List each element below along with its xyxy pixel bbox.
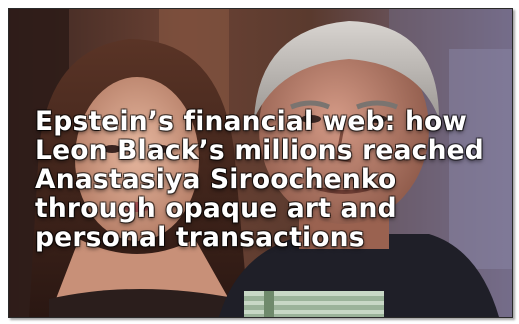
money-stack [244,291,384,317]
headline: Epstein’s financial web: how Leon Black’… [35,106,484,253]
news-photo: Epstein’s financial web: how Leon Black’… [8,8,513,318]
image-frame: Epstein’s financial web: how Leon Black’… [0,0,519,324]
